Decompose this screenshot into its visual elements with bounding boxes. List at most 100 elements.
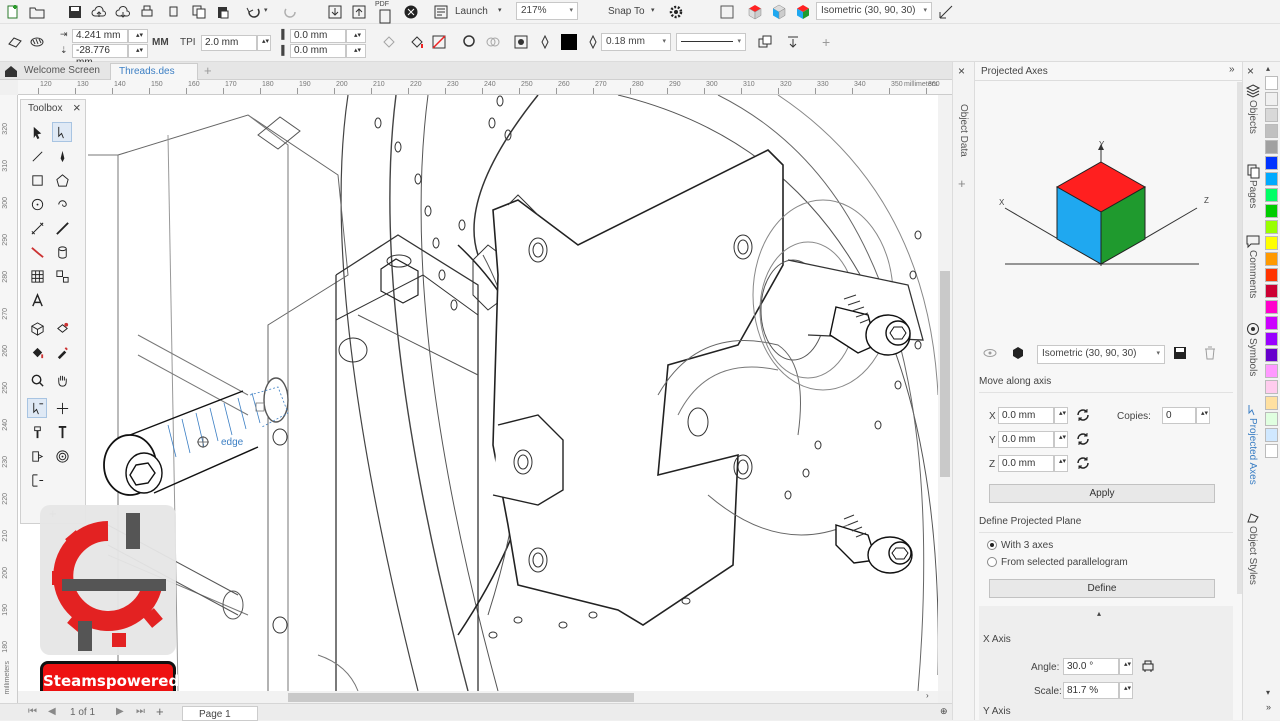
page-frame-icon[interactable] — [718, 3, 736, 21]
pages-icon[interactable] — [1244, 162, 1262, 180]
from-parallelogram-radio[interactable] — [987, 557, 997, 567]
tpi-input[interactable]: 2.0 mm — [201, 35, 257, 51]
view-cube-left-icon[interactable] — [770, 3, 788, 21]
y-reset-icon[interactable] — [1074, 430, 1092, 448]
intersect-icon[interactable] — [484, 33, 502, 51]
knife-tool-icon[interactable] — [52, 146, 72, 166]
redo-icon[interactable] — [282, 3, 300, 21]
zoom-level-dropdown[interactable]: 217% ▾ — [516, 2, 578, 20]
view-preset-dropdown[interactable]: Isometric (30, 90, 30) ▾ — [816, 2, 932, 20]
paste-icon[interactable] — [214, 3, 232, 21]
pages-tab[interactable]: Pages — [1247, 180, 1258, 208]
horizontal-scroll-thumb[interactable] — [288, 693, 634, 702]
page-tab[interactable]: Page 1 — [182, 706, 258, 721]
comments-icon[interactable] — [1244, 232, 1262, 250]
blend-tool-icon[interactable] — [27, 446, 47, 466]
connector-tool-icon[interactable] — [27, 242, 47, 262]
object-data-tab[interactable]: Object Data — [958, 104, 969, 157]
palette-swatch[interactable] — [1265, 332, 1278, 346]
define-button[interactable]: Define — [989, 579, 1215, 598]
shape-tool-icon[interactable] — [52, 122, 72, 142]
palette-swatch[interactable] — [1265, 380, 1278, 394]
palette-swatch[interactable] — [1265, 364, 1278, 378]
add-page-icon[interactable]: + — [156, 704, 164, 719]
offset-y-stepper[interactable]: ▴▾ — [346, 44, 366, 58]
palette-swatch[interactable] — [1265, 444, 1278, 458]
fastener-tool-icon[interactable] — [52, 422, 72, 442]
palette-swatch[interactable] — [1265, 300, 1278, 314]
x-reset-icon[interactable] — [1074, 406, 1092, 424]
corel-connect-icon[interactable] — [402, 3, 420, 21]
tab-welcome-screen[interactable]: Welcome Screen — [16, 63, 108, 80]
scroll-right-arrow-icon[interactable]: › — [926, 691, 929, 700]
offset-x-input[interactable]: 0.0 mm — [290, 29, 346, 43]
z-reset-icon[interactable] — [1074, 454, 1092, 472]
to-front-icon[interactable] — [756, 33, 774, 51]
dimension-tool-icon[interactable] — [27, 218, 47, 238]
last-page-icon[interactable]: ⏭ — [136, 706, 145, 717]
import-icon[interactable] — [326, 3, 344, 21]
wrap-text-icon[interactable] — [512, 33, 530, 51]
palette-swatch[interactable] — [1265, 156, 1278, 170]
dimension-callout-icon[interactable] — [27, 470, 47, 490]
z-move-stepper[interactable]: ▴▾ — [1054, 455, 1068, 472]
palette-swatch[interactable] — [1265, 204, 1278, 218]
offset-y-input[interactable]: 0.0 mm — [290, 44, 346, 58]
symbols-tab[interactable]: Symbols — [1247, 338, 1258, 376]
palette-swatch[interactable] — [1265, 428, 1278, 442]
save-preset-icon[interactable] — [1171, 344, 1189, 362]
crop-tool-icon[interactable] — [27, 146, 47, 166]
copies-stepper[interactable]: ▴▾ — [1196, 407, 1210, 424]
docker-close-icon[interactable]: × — [958, 64, 965, 78]
text-tool-icon[interactable] — [27, 290, 47, 310]
collapse-section-icon[interactable]: ▴ — [1097, 609, 1101, 618]
projected-axes-tab[interactable]: Projected Axes — [1247, 418, 1258, 485]
palette-swatch[interactable] — [1265, 268, 1278, 282]
save-icon[interactable] — [66, 3, 84, 21]
palette-swatch[interactable] — [1265, 316, 1278, 330]
x-move-stepper[interactable]: ▴▾ — [1054, 407, 1068, 424]
table-tool-icon[interactable] — [27, 266, 47, 286]
bolt-shape-icon[interactable] — [6, 33, 24, 51]
projected-axes-icon[interactable] — [1244, 400, 1262, 418]
new-document-icon[interactable] — [4, 3, 22, 21]
spiral-tool-icon[interactable] — [52, 194, 72, 214]
toolbox-close-icon[interactable]: × — [73, 100, 81, 115]
vertical-scroll-thumb[interactable] — [940, 271, 950, 477]
palette-swatch[interactable] — [1265, 92, 1278, 106]
angle-stepper[interactable]: ▴▾ — [1119, 658, 1133, 675]
palette-swatch[interactable] — [1265, 236, 1278, 250]
objects-icon[interactable] — [1244, 82, 1262, 100]
scale-stepper[interactable]: ▴▾ — [1119, 682, 1133, 699]
launch-app-icon[interactable] — [432, 3, 450, 21]
line-style-dropdown[interactable]: ▾ — [676, 33, 746, 51]
angle-input[interactable]: 30.0 ° — [1063, 658, 1119, 675]
delete-preset-icon[interactable] — [1201, 344, 1219, 362]
cut-icon[interactable] — [166, 3, 184, 21]
launch-label[interactable]: Launch — [455, 6, 488, 17]
palette-swatch[interactable] — [1265, 348, 1278, 362]
eyedropper-tool-icon[interactable] — [52, 342, 72, 362]
objects-tab[interactable]: Objects — [1247, 100, 1258, 134]
undo-icon[interactable] — [244, 3, 262, 21]
new-tab-icon[interactable]: + — [204, 63, 212, 78]
offset-x-stepper[interactable]: ▴▾ — [346, 29, 366, 43]
add-docker-icon[interactable]: + — [958, 176, 966, 191]
zoom-tool-icon[interactable] — [27, 370, 47, 390]
copy-icon[interactable] — [190, 3, 208, 21]
fill-bucket-icon[interactable] — [408, 33, 426, 51]
add-property-icon[interactable]: + — [822, 34, 830, 50]
object-styles-icon[interactable] — [1244, 508, 1262, 526]
vertical-scrollbar[interactable] — [938, 95, 952, 691]
panel-preset-dropdown[interactable]: Isometric (30, 90, 30) ▾ — [1037, 345, 1165, 364]
x-move-input[interactable]: 0.0 mm — [998, 407, 1054, 424]
palette-swatch[interactable] — [1265, 188, 1278, 202]
symbols-icon[interactable] — [1244, 320, 1262, 338]
thread-tool-icon[interactable] — [27, 398, 47, 418]
rectangle-tool-icon[interactable] — [27, 170, 47, 190]
transform-icon[interactable] — [380, 33, 398, 51]
first-page-icon[interactable]: ⏮ — [28, 706, 37, 717]
snap-to-label[interactable]: Snap To — [608, 6, 645, 17]
height-input[interactable]: -28.776 mm — [72, 44, 128, 68]
outline-color-swatch[interactable] — [561, 34, 577, 50]
